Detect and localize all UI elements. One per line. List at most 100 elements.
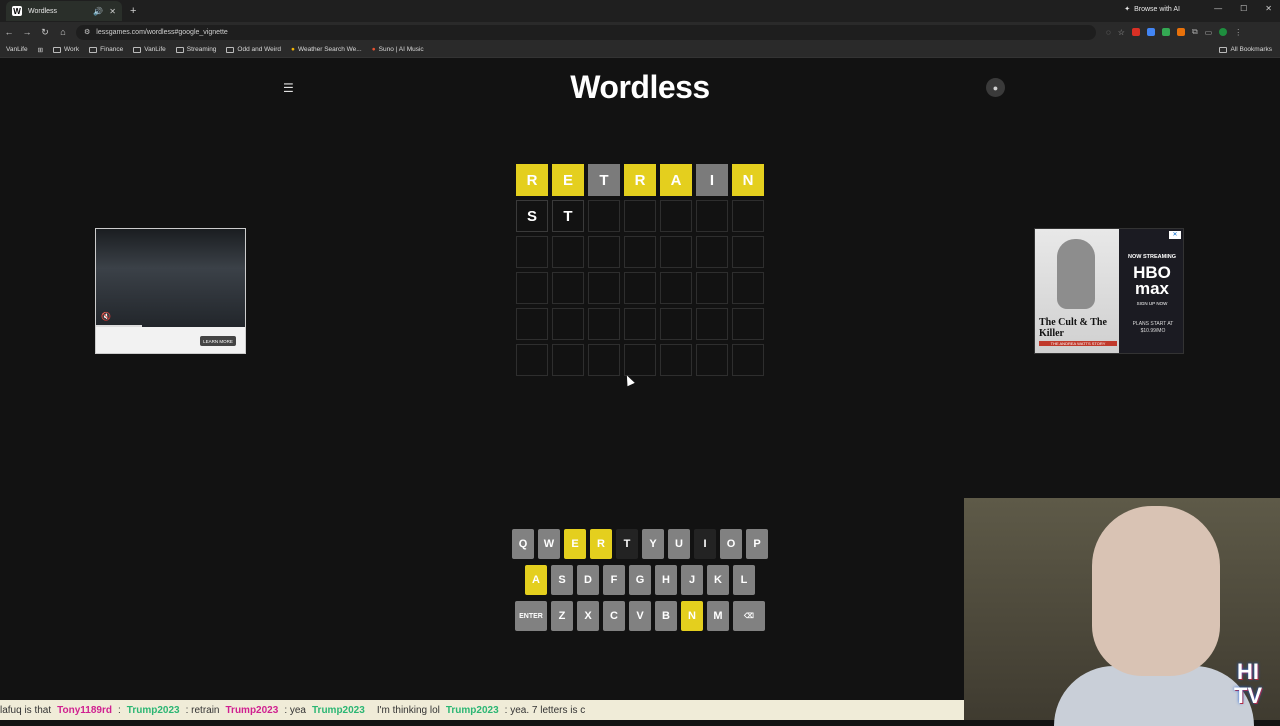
home-icon[interactable]: ⌂ <box>54 27 72 37</box>
bookmark-item[interactable]: ● Weather Search We... <box>291 46 362 53</box>
browse-ai-label: Browse with AI <box>1134 5 1180 13</box>
key-p[interactable]: P <box>746 529 768 559</box>
key-m[interactable]: M <box>707 601 729 631</box>
extension-icon[interactable] <box>1176 28 1185 36</box>
key-s[interactable]: S <box>551 565 573 595</box>
back-icon[interactable]: ← <box>0 27 18 37</box>
bookmark-label: Finance <box>100 46 124 53</box>
grid-tile <box>732 344 764 376</box>
tab-title: Wordless <box>28 7 58 15</box>
streaming-ad[interactable]: The Cult & The Killer THE ANDREA WATTS S… <box>1034 228 1184 354</box>
key-g[interactable]: G <box>629 565 651 595</box>
key-t[interactable]: T <box>616 529 638 559</box>
url-bar[interactable]: ⚙ lessgames.com/wordless#google_vignette <box>76 24 1096 40</box>
bookmark-folder[interactable]: Odd and Weird <box>226 46 281 53</box>
bookmark-folder[interactable]: Work <box>53 46 79 53</box>
sidepanel-icon[interactable]: ▭ <box>1205 28 1213 37</box>
bookmark-label: Odd and Weird <box>237 46 282 53</box>
folder-icon <box>133 46 142 53</box>
key-h[interactable]: H <box>655 565 677 595</box>
browse-with-ai-button[interactable]: ✦ Browse with AI <box>1124 5 1180 14</box>
browser-tab[interactable]: W Wordless 🔊 ✕ <box>6 1 122 21</box>
speaker-icon[interactable]: 🔊 <box>93 7 103 16</box>
minimize-icon[interactable]: — <box>1214 4 1222 13</box>
key-d[interactable]: D <box>577 565 599 595</box>
user-profile-icon[interactable]: ● <box>986 78 1005 97</box>
key-i[interactable]: I <box>694 529 716 559</box>
bookmark-label: VanLife <box>144 46 166 53</box>
webcam-person-head <box>1092 506 1220 676</box>
bookmark-folder[interactable]: VanLife <box>133 46 166 53</box>
bookmark-item[interactable]: VanLife <box>6 46 28 53</box>
browser-tab-strip: W Wordless 🔊 ✕ + ✦ Browse with AI — ☐ ✕ <box>0 0 1280 22</box>
chat-username: Trump2023 <box>126 704 180 716</box>
extension-icon[interactable] <box>1131 28 1140 36</box>
new-tab-button[interactable]: + <box>130 5 136 17</box>
grid-tile: A <box>660 164 692 196</box>
grid-tile <box>552 308 584 340</box>
key-a[interactable]: A <box>525 565 547 595</box>
all-bookmarks[interactable]: All Bookmarks <box>1219 46 1272 53</box>
star-icon[interactable]: ☆ <box>1118 28 1125 37</box>
reload-icon[interactable]: ↻ <box>36 27 54 38</box>
key-f[interactable]: F <box>603 565 625 595</box>
folder-icon <box>226 46 235 53</box>
all-bookmarks-label: All Bookmarks <box>1230 46 1272 53</box>
key-j[interactable]: J <box>681 565 703 595</box>
extension-icon[interactable] <box>1161 28 1170 36</box>
key-z[interactable]: Z <box>551 601 573 631</box>
key-v[interactable]: V <box>629 601 651 631</box>
bookmark-item[interactable]: ● Suno | AI Music <box>372 46 424 53</box>
eye-off-icon[interactable]: ◌ <box>1106 28 1111 37</box>
channel-logo-icon: HI TV <box>1233 659 1263 708</box>
puzzle-icon[interactable]: ⧉ <box>1192 27 1198 37</box>
sign-up-link[interactable]: SIGN UP NOW <box>1121 301 1183 306</box>
bookmark-label: Suno | AI Music <box>378 46 424 53</box>
key-e[interactable]: E <box>564 529 586 559</box>
key-w[interactable]: W <box>538 529 560 559</box>
key-l[interactable]: L <box>733 565 755 595</box>
grid-tile <box>516 272 548 304</box>
mute-icon[interactable]: 🔇 <box>101 312 111 321</box>
ad-video-frame[interactable] <box>96 229 245 327</box>
grid-tile <box>732 308 764 340</box>
poster-title: The Cult & The Killer <box>1039 317 1107 339</box>
now-streaming-text: NOW STREAMING <box>1128 254 1176 260</box>
backspace-key[interactable]: ⌫ <box>733 601 765 631</box>
forward-icon[interactable]: → <box>18 27 36 37</box>
extension-icon[interactable] <box>1146 28 1155 36</box>
key-b[interactable]: B <box>655 601 677 631</box>
learn-more-button[interactable]: LEARN MORE <box>200 336 236 346</box>
enter-key[interactable]: ENTER <box>515 601 547 631</box>
key-r[interactable]: R <box>590 529 612 559</box>
chat-message: : yea <box>284 704 306 716</box>
maximize-icon[interactable]: ☐ <box>1240 4 1247 13</box>
key-u[interactable]: U <box>668 529 690 559</box>
more-menu-icon[interactable]: ⋮ <box>1234 28 1242 37</box>
bookmark-folder[interactable]: Streaming <box>175 46 216 53</box>
game-title: Wordless <box>570 69 710 105</box>
key-c[interactable]: C <box>603 601 625 631</box>
profile-avatar-icon[interactable] <box>1219 28 1228 36</box>
key-n[interactable]: N <box>681 601 703 631</box>
video-ad[interactable]: 🔇 LEARN MORE <box>95 228 246 354</box>
key-x[interactable]: X <box>577 601 599 631</box>
apps-icon[interactable]: ⊞ <box>38 46 43 54</box>
site-info-icon[interactable]: ⚙ <box>84 28 90 36</box>
close-window-icon[interactable]: ✕ <box>1265 4 1272 13</box>
bookmark-label: VanLife <box>6 46 28 53</box>
key-y[interactable]: Y <box>642 529 664 559</box>
grid-tile <box>732 236 764 268</box>
chat-username: Trump2023 <box>312 704 365 716</box>
site-favicon-icon: W <box>12 6 22 16</box>
key-q[interactable]: Q <box>512 529 534 559</box>
close-tab-icon[interactable]: ✕ <box>109 7 116 16</box>
chat-message: : <box>118 704 121 716</box>
key-k[interactable]: K <box>707 565 729 595</box>
grid-tile <box>660 236 692 268</box>
bookmark-folder[interactable]: Finance <box>89 46 123 53</box>
ad-close-icon[interactable]: ✕ <box>1169 231 1181 239</box>
grid-tile: R <box>624 164 656 196</box>
poster-subtitle: THE ANDREA WATTS STORY <box>1039 341 1117 346</box>
key-o[interactable]: O <box>720 529 742 559</box>
